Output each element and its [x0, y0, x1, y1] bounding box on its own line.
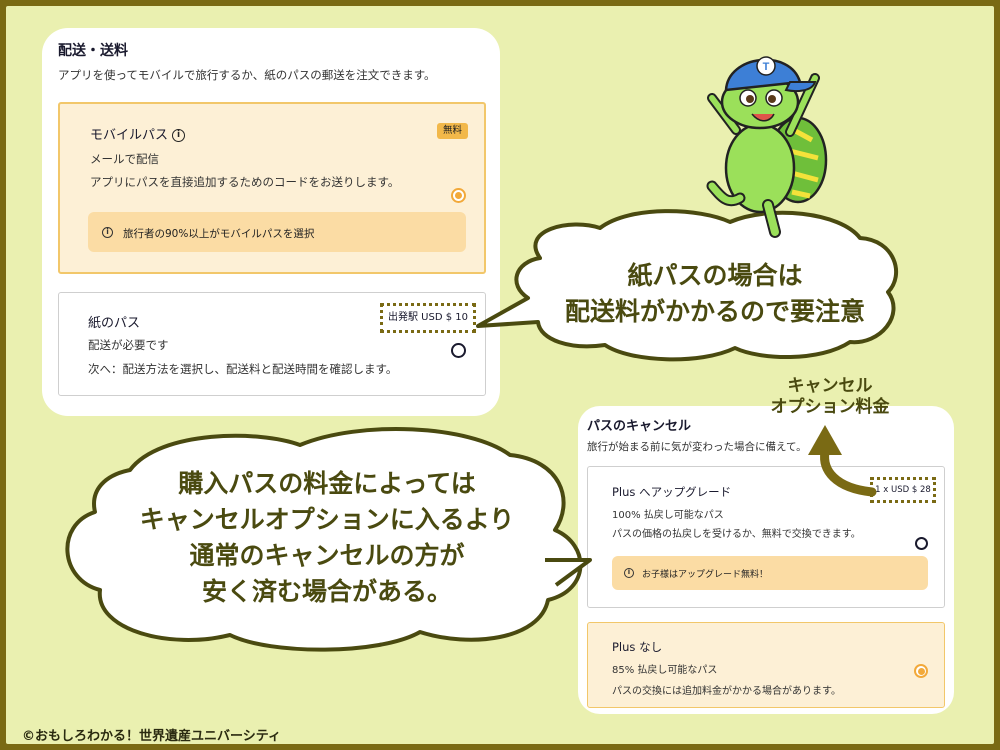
cancel-note-line: 通常のキャンセルの方が	[189, 541, 465, 570]
cancel-note-text: 購入パスの料金によっては キャンセルオプションに入るより 通常のキャンセルの方が…	[92, 466, 562, 610]
annotation-line: キャンセル	[787, 376, 873, 396]
decorations: T	[65, 56, 899, 652]
cancel-note-line: 購入パスの料金によっては	[178, 469, 476, 498]
cancel-note-line: 安く済む場合がある。	[201, 577, 452, 606]
svg-text:T: T	[763, 61, 770, 73]
paper-note-line: 配送料がかかるので要注意	[564, 297, 865, 326]
cancel-option-annotation: キャンセル オプション料金	[740, 376, 920, 418]
annotation-line: オプション料金	[770, 397, 890, 417]
paper-note-text: 紙パスの場合は 配送料がかかるので要注意	[540, 258, 890, 330]
frog-mascot: T	[706, 56, 828, 238]
paper-note-line: 紙パスの場合は	[627, 261, 803, 290]
copyright: ©おもしろわかる！世界遺産ユニバーシティ	[22, 729, 281, 744]
cancel-note-line: キャンセルオプションに入るより	[139, 505, 515, 534]
curved-arrow-icon	[808, 425, 877, 497]
